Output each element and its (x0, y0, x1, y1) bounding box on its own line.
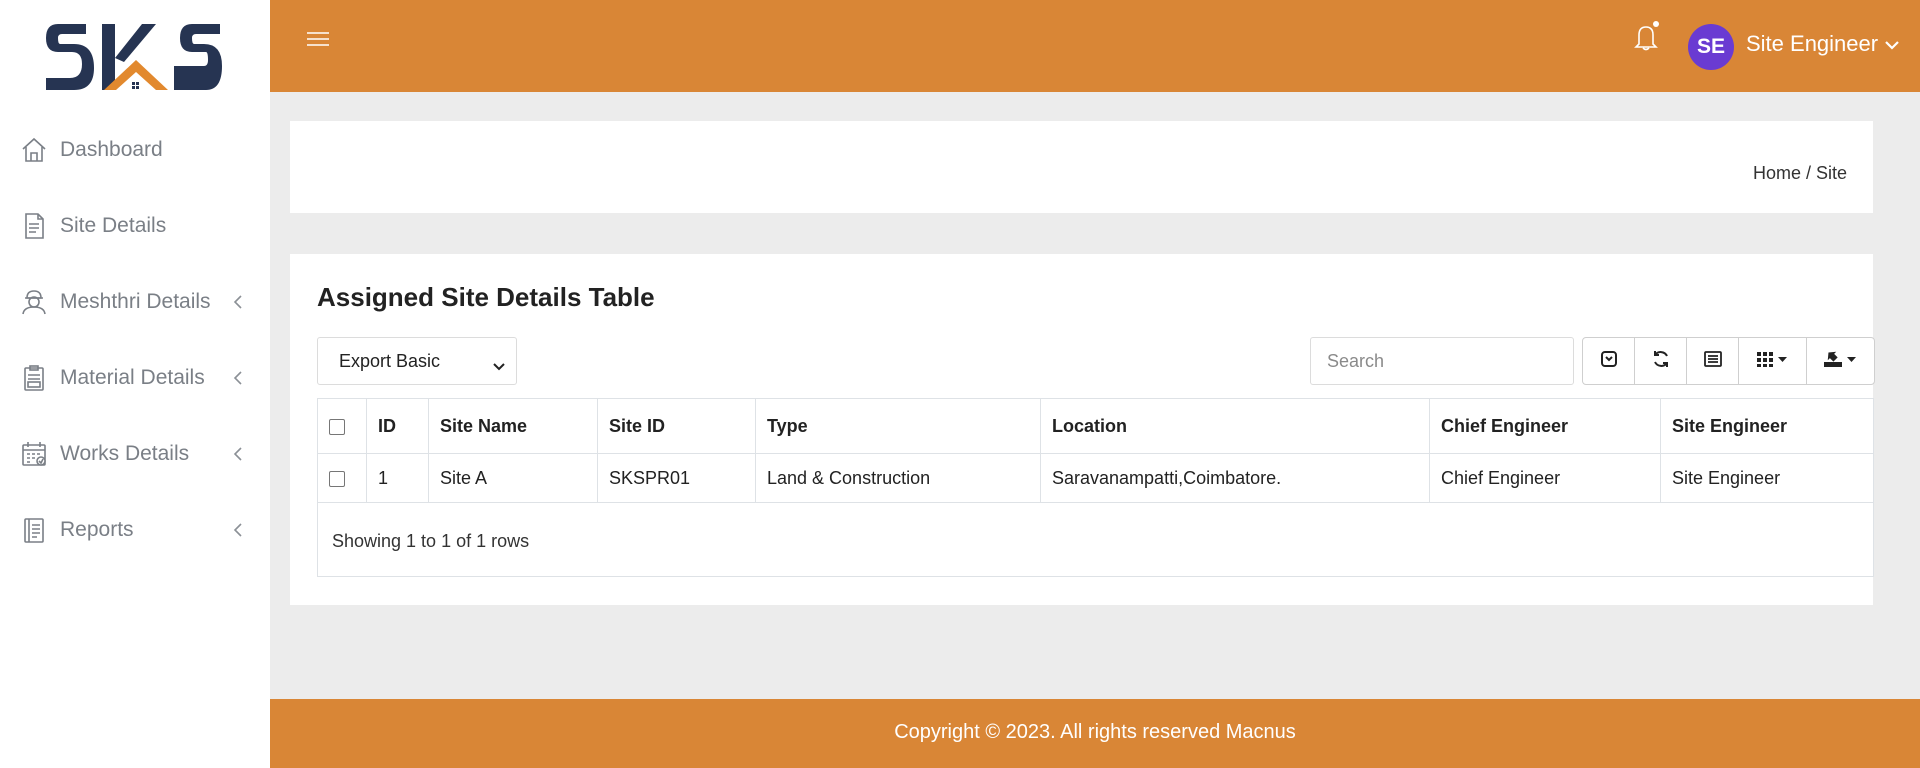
column-header-site-name[interactable]: Site Name (428, 398, 598, 454)
chevron-left-icon (232, 370, 244, 386)
user-name[interactable]: Site Engineer (1746, 31, 1878, 57)
sidebar-item-dashboard[interactable]: Dashboard (0, 112, 270, 188)
refresh-button[interactable] (1634, 337, 1687, 385)
report-icon (20, 516, 48, 544)
calendar-icon (20, 440, 48, 468)
document-icon (20, 212, 48, 240)
cell-id: 1 (366, 453, 429, 503)
export-icon (1823, 350, 1859, 373)
cell-site-name: Site A (428, 453, 598, 503)
sidebar-item-site-details[interactable]: Site Details (0, 188, 270, 264)
cell-site-id: SKSPR01 (597, 453, 756, 503)
card-view-icon (1703, 350, 1723, 373)
sidebar-item-material-details[interactable]: Material Details (0, 340, 270, 416)
cell-chief-engineer: Chief Engineer (1429, 453, 1661, 503)
site-details-table: ID Site Name Site ID Type Location Chief… (317, 398, 1874, 503)
site-table-card: Assigned Site Details Table Export Basic (290, 254, 1875, 605)
table-row[interactable]: 1 Site A SKSPR01 Land & Construction Sar… (317, 453, 1874, 503)
table-header-row: ID Site Name Site ID Type Location Chief… (317, 398, 1874, 454)
card-view-button[interactable] (1686, 337, 1739, 385)
columns-button[interactable] (1738, 337, 1807, 385)
column-header-location[interactable]: Location (1040, 398, 1430, 454)
export-button[interactable] (1806, 337, 1875, 385)
notification-bell-icon[interactable] (1632, 20, 1662, 52)
hamburger-menu-icon[interactable] (306, 30, 330, 48)
chevron-left-icon (232, 522, 244, 538)
table-toolbar (1582, 337, 1875, 385)
chevron-down-icon[interactable] (1884, 38, 1900, 50)
toggle-pagination-button[interactable] (1582, 337, 1635, 385)
column-header-site-engineer[interactable]: Site Engineer (1660, 398, 1874, 454)
page-footer: Copyright © 2023. All rights reserved Ma… (270, 699, 1920, 768)
sidebar-item-label: Reports (60, 518, 134, 541)
sidebar-item-works-details[interactable]: Works Details (0, 416, 270, 492)
table-footer: Showing 1 to 1 of 1 rows (317, 503, 1874, 577)
copyright-text: Copyright © 2023. All rights reserved Ma… (894, 721, 1296, 743)
breadcrumb-card: Home / Site (290, 121, 1873, 213)
home-icon (20, 136, 48, 164)
refresh-icon (1651, 349, 1671, 374)
sidebar-nav: Dashboard Site Details Meshthri Details … (0, 112, 270, 568)
toggle-icon (1600, 350, 1618, 373)
sks-logo[interactable] (44, 16, 224, 96)
clipboard-icon (20, 364, 48, 392)
sidebar-item-label: Dashboard (60, 138, 163, 161)
sidebar-item-label: Works Details (60, 442, 190, 465)
column-header-type[interactable]: Type (755, 398, 1041, 454)
chevron-down-icon (492, 356, 506, 371)
column-header-chief-engineer[interactable]: Chief Engineer (1429, 398, 1661, 454)
export-type-select[interactable]: Export Basic (317, 337, 517, 385)
page-title: Assigned Site Details Table (317, 282, 655, 312)
pagination-info: Showing 1 to 1 of 1 rows (332, 531, 530, 551)
export-select-value: Export Basic (339, 350, 441, 371)
sidebar-item-reports[interactable]: Reports (0, 492, 270, 568)
sidebar-item-label: Meshthri Details (60, 290, 211, 313)
cell-location: Saravanampatti,Coimbatore. (1040, 453, 1430, 503)
logo-letter-s2 (174, 24, 222, 90)
logo-letter-k-arm (115, 24, 156, 62)
cell-site-engineer: Site Engineer (1660, 453, 1874, 503)
column-header-site-id[interactable]: Site ID (597, 398, 756, 454)
cell-type: Land & Construction (755, 453, 1041, 503)
breadcrumb[interactable]: Home / Site (1753, 163, 1847, 184)
chevron-left-icon (232, 446, 244, 462)
sidebar-item-meshthri-details[interactable]: Meshthri Details (0, 264, 270, 340)
search-input[interactable] (1310, 337, 1574, 385)
row-select-cell (317, 453, 367, 503)
sidebar-item-label: Site Details (60, 214, 167, 237)
top-header: SE Site Engineer (270, 0, 1920, 92)
logo-letter-k-stem (102, 24, 115, 90)
worker-icon (20, 288, 48, 316)
logo-letter-s1 (46, 24, 94, 90)
row-checkbox[interactable] (329, 470, 345, 487)
sidebar-item-label: Material Details (60, 366, 205, 389)
column-header-id[interactable]: ID (366, 398, 429, 454)
select-all-checkbox[interactable] (329, 418, 345, 435)
columns-icon (1756, 350, 1790, 373)
select-all-cell (317, 398, 367, 454)
chevron-left-icon (232, 294, 244, 310)
avatar[interactable]: SE (1688, 24, 1734, 70)
sidebar: Dashboard Site Details Meshthri Details … (0, 0, 270, 768)
